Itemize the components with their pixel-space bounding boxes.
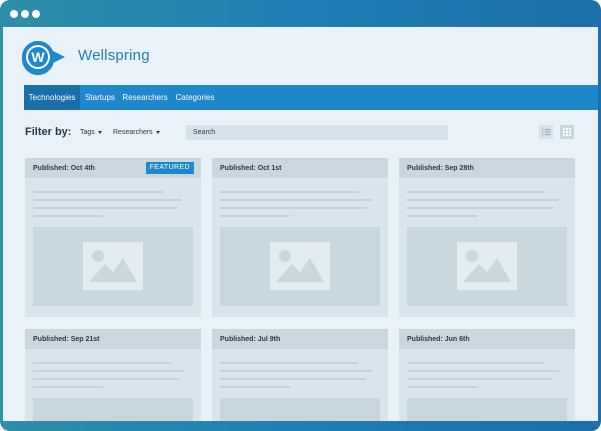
text-placeholder-line [220, 362, 358, 364]
technology-card[interactable]: Published: Jun 6th [399, 329, 575, 421]
text-placeholder-line [407, 362, 545, 364]
text-placeholder-line [33, 207, 177, 209]
window-control-dot[interactable] [21, 10, 29, 18]
title-bar [0, 0, 601, 27]
researchers-dropdown[interactable]: Researchers [113, 129, 160, 136]
thumbnail [407, 227, 567, 306]
text-placeholder-line [407, 191, 545, 193]
text-placeholder-line [220, 370, 372, 372]
text-placeholder-line [33, 199, 181, 201]
tags-dropdown-label: Tags [80, 129, 95, 136]
search-placeholder: Search [193, 129, 215, 136]
text-placeholder-line [33, 370, 185, 372]
thumbnail [220, 398, 380, 421]
page-content: W Wellspring Technologies Startups Resea… [3, 27, 598, 421]
image-placeholder-icon [457, 242, 517, 290]
text-placeholder-line [33, 386, 103, 388]
image-placeholder-icon [83, 242, 143, 290]
card-header: Published: Sep 28th [399, 158, 575, 178]
text-placeholder-line [33, 378, 179, 380]
text-placeholder-line [33, 191, 163, 193]
grid-view-button[interactable] [560, 125, 574, 139]
image-placeholder-icon [270, 242, 330, 290]
text-placeholder-line [407, 378, 553, 380]
card-date: Published: Jun 6th [407, 336, 470, 343]
text-placeholder-line [407, 370, 559, 372]
card-date: Published: Oct 4th [33, 165, 95, 172]
technology-card[interactable]: Published: Oct 1st [212, 158, 388, 317]
text-placeholder-line [220, 215, 290, 217]
text-placeholder-line [220, 199, 372, 201]
grid-icon [560, 125, 574, 139]
card-date: Published: Sep 28th [407, 165, 474, 172]
text-placeholder-line [407, 199, 559, 201]
filter-bar: Filter by: Tags Researchers Search [3, 121, 598, 149]
browser-window: W Wellspring Technologies Startups Resea… [0, 0, 601, 431]
text-placeholder-line [407, 386, 477, 388]
card-header: Published: Oct 4th FEATURED [25, 158, 201, 178]
text-placeholder-line [220, 378, 366, 380]
technology-card[interactable]: Published: Jul 9th [212, 329, 388, 421]
text-placeholder-line [407, 215, 477, 217]
nav-item-startups[interactable]: Startups [82, 85, 118, 110]
card-header: Published: Jul 9th [212, 329, 388, 349]
text-placeholder-line [220, 191, 358, 193]
chevron-down-icon [156, 131, 160, 134]
thumbnail [33, 227, 193, 306]
search-input[interactable]: Search [186, 125, 448, 140]
nav-item-researchers[interactable]: Researchers [122, 85, 168, 110]
nav-item-technologies[interactable]: Technologies [24, 85, 80, 110]
card-header: Published: Sep 21st [25, 329, 201, 349]
site-header: W Wellspring [3, 27, 598, 85]
tags-dropdown[interactable]: Tags [80, 129, 102, 136]
window-control-dot[interactable] [10, 10, 18, 18]
technology-card[interactable]: Published: Oct 4th FEATURED [25, 158, 201, 317]
text-placeholder-line [33, 215, 103, 217]
technology-card[interactable]: Published: Sep 21st [25, 329, 201, 421]
text-placeholder-line [220, 386, 290, 388]
brand-name[interactable]: Wellspring [78, 47, 150, 64]
card-header: Published: Jun 6th [399, 329, 575, 349]
card-date: Published: Jul 9th [220, 336, 280, 343]
window-control-dot[interactable] [32, 10, 40, 18]
text-placeholder-line [33, 362, 171, 364]
thumbnail [33, 398, 193, 421]
researchers-dropdown-label: Researchers [113, 129, 153, 136]
filter-label: Filter by: [25, 126, 71, 138]
thumbnail [407, 398, 567, 421]
card-header: Published: Oct 1st [212, 158, 388, 178]
list-icon [539, 125, 553, 139]
wellspring-logo-icon[interactable]: W [18, 37, 68, 77]
featured-badge: FEATURED [146, 162, 194, 174]
thumbnail [220, 227, 380, 306]
text-placeholder-line [407, 207, 553, 209]
list-view-button[interactable] [539, 125, 553, 139]
technology-card[interactable]: Published: Sep 28th [399, 158, 575, 317]
card-date: Published: Oct 1st [220, 165, 281, 172]
text-placeholder-line [220, 207, 366, 209]
chevron-down-icon [98, 131, 102, 134]
svg-text:W: W [31, 49, 45, 65]
window-bottom-border [3, 421, 598, 431]
main-nav: Technologies Startups Researchers Catego… [24, 85, 598, 110]
card-date: Published: Sep 21st [33, 336, 100, 343]
nav-item-categories[interactable]: Categories [174, 85, 216, 110]
